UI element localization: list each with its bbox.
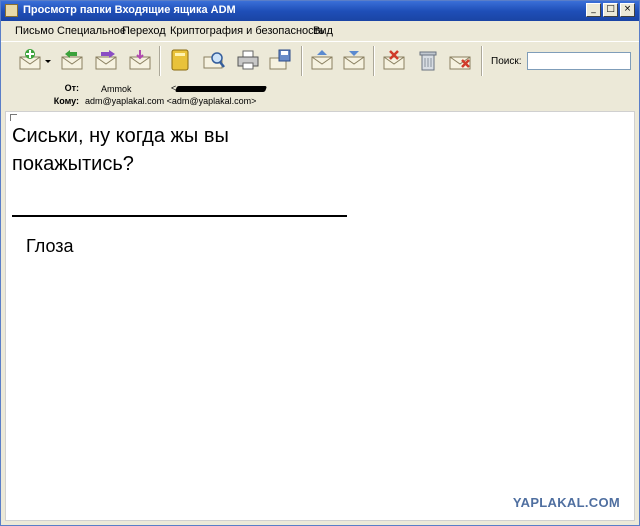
toolbar-separator <box>159 46 161 76</box>
minimize-button[interactable]: _ <box>586 3 601 17</box>
redaction-mark <box>174 86 268 92</box>
new-mail-icon[interactable] <box>17 48 43 72</box>
forward-mail-icon[interactable] <box>93 48 119 72</box>
from-name[interactable]: Ammok <box>101 84 132 94</box>
signature-text: Глоза <box>26 236 74 256</box>
toolbar-separator <box>373 46 375 76</box>
save-icon[interactable] <box>267 48 293 72</box>
redirect-mail-icon[interactable] <box>127 48 153 72</box>
menu-item-view[interactable]: Вид <box>313 25 333 37</box>
envelope-icon <box>5 4 18 17</box>
toolbar: Поиск: <box>1 41 639 81</box>
trash-icon[interactable] <box>415 48 441 72</box>
previous-mail-icon[interactable] <box>309 48 335 72</box>
print-icon[interactable] <box>235 48 261 72</box>
message-text: Сиськи, ну когда жы вы покажытись? <box>12 125 229 175</box>
next-mail-icon[interactable] <box>341 48 367 72</box>
from-label: От: <box>64 83 79 93</box>
corner-marker <box>10 114 17 121</box>
message-header: От: Ammok < Кому: adm@yaplakal.com <adm@… <box>1 80 639 110</box>
window-title: Просмотр папки Входящие ящика ADM <box>23 4 236 16</box>
find-mail-icon[interactable] <box>201 48 227 72</box>
to-value[interactable]: adm@yaplakal.com <adm@yaplakal.com> <box>85 96 256 106</box>
window-controls: _ □ × <box>586 3 635 17</box>
title-bar: Просмотр папки Входящие ящика ADM _ □ × <box>1 1 639 21</box>
spam-icon[interactable] <box>447 48 473 72</box>
mail-viewer-window: Просмотр папки Входящие ящика ADM _ □ × … <box>0 0 640 526</box>
message-body: Сиськи, ну когда жы вы покажытись? Глоза… <box>5 111 635 521</box>
search-input[interactable] <box>527 52 631 70</box>
reply-all-icon[interactable] <box>59 48 85 72</box>
search-label: Поиск: <box>491 56 522 67</box>
signature-divider <box>12 215 347 217</box>
to-label: Кому: <box>53 96 79 106</box>
dropdown-arrow-icon[interactable] <box>43 48 53 72</box>
menu-item-crypto[interactable]: Криптография и безопасность <box>170 25 324 37</box>
menu-item-navigate[interactable]: Переход <box>122 25 166 37</box>
toolbar-separator <box>301 46 303 76</box>
menu-item-letter[interactable]: Письмо <box>15 25 54 37</box>
address-book-icon[interactable] <box>167 48 193 72</box>
toolbar-separator <box>481 46 483 76</box>
menu-item-special[interactable]: Специальное <box>57 25 126 37</box>
delete-mail-icon[interactable] <box>381 48 407 72</box>
maximize-button[interactable]: □ <box>603 3 618 17</box>
menu-bar: Письмо Специальное Переход Криптография … <box>1 22 639 40</box>
watermark-logo: YAPLAKAL.COM <box>512 495 620 510</box>
close-button[interactable]: × <box>620 3 635 17</box>
